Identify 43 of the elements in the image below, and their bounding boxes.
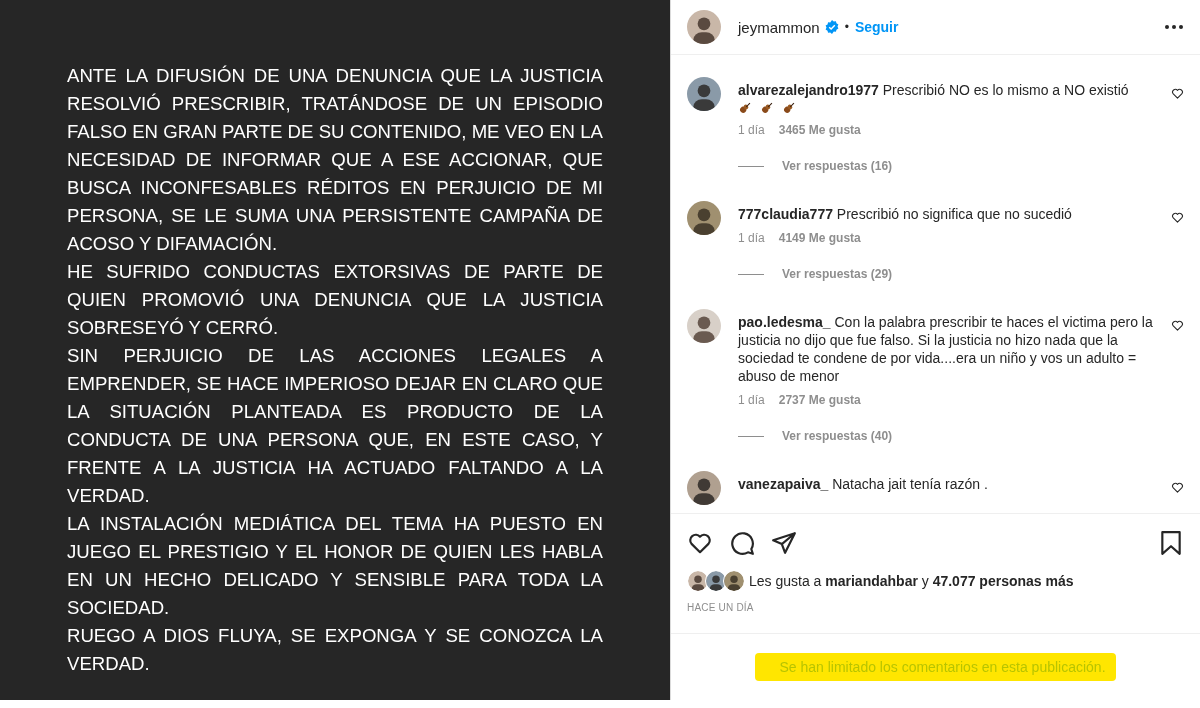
avatar[interactable] (705, 570, 727, 592)
likes-count[interactable]: 3465 Me gusta (778, 123, 861, 137)
comment-text: alvarezalejandro1977 Prescribió NO es lo mismo a NO existió (738, 81, 1130, 99)
heart-icon[interactable] (1171, 211, 1184, 224)
view-replies-link[interactable]: Ver respuestas (16) (782, 159, 893, 173)
avatar[interactable] (687, 309, 721, 343)
separator-dot: • (844, 20, 849, 34)
post-paragraph: ANTE LA DIFUSIÓN DE UNA DENUNCIA QUE LA JUSTICIA RESOLVIÓ PRESCRIBIR, TRATÁNDOSE DE UN EPISODIO FALSO EN GRAN PARTE DE SU CONTENIDO, ME VEO EN LA NECESIDAD DE INFORMAR QUE A ESE ACCIONAR, QUE BUSCA INCONFESABLES RÉDITOS EN PERJUICIO DE MI PERSONA, SE LE SUMA UNA PERSISTENTE CAMPAÑA DE ACOSO Y DIFAMACIÓN. (67, 64, 603, 256)
violin-icon (738, 101, 752, 115)
bookmark-icon[interactable] (1158, 530, 1184, 556)
more-options-icon[interactable] (1164, 24, 1184, 30)
heart-icon[interactable] (1171, 319, 1184, 332)
avatar[interactable] (687, 471, 721, 505)
avatar[interactable] (687, 77, 721, 111)
heart-icon[interactable] (1171, 481, 1184, 494)
avatar[interactable] (687, 10, 721, 44)
comment-time: 1 día (738, 393, 765, 407)
comment-time: 1 día (738, 231, 765, 245)
comment-icon[interactable] (729, 530, 755, 556)
avatar[interactable] (687, 570, 709, 592)
view-replies-link[interactable]: Ver respuestas (40) (782, 429, 893, 443)
likes-count[interactable]: 4149 Me gusta (778, 231, 861, 245)
post-paragraph: RUEGO A DIOS FLUYA, SE EXPONGA Y SE CONOZCA LA VERDAD. (67, 624, 603, 676)
comments-limited-notice: Se han limitado los comentarios en esta publicación. (755, 653, 1116, 681)
username[interactable]: jeymammon (738, 18, 820, 36)
post-paragraph: LA INSTALACIÓN MEDIÁTICA DEL TEMA HA PUESTO EN JUEGO EL PRESTIGIO Y EL HONOR DE QUIEN LES HABLA EN UN HECHO DELICADO Y SENSIBLE PARA TODA LA SOCIEDAD. (67, 512, 603, 620)
post-paragraph: HE SUFRIDO CONDUCTAS EXTORSIVAS DE PARTE DE QUIEN PROMOVIÓ UNA DENUNCIA QUE LA JUSTICIA SOBRESEYÓ Y CERRÓ. (67, 260, 603, 340)
violin-icon (760, 101, 774, 115)
post-paragraph: SIN PERJUICIO DE LAS ACCIONES LEGALES A EMPRENDER, SE HACE IMPERIOSO DEJAR EN CLARO QUE LA SITUACIÓN PLANTEADA ES PRODUCTO DE LA CONDUCTA DE UNA PERSONA QUE, EN ESTE CASO, Y FRENTE A LA JUSTICIA HA ACTUADO FALTANDO A LA VERDAD. (67, 344, 603, 508)
comment-text: pao.ledesma_ Con la palabra prescribir te haces el victima pero la justicia no dijo que fue falso. Si la justicia no hizo nada que la sociedad te condene de por vida....era un niño y vos un adulto = abuso de menor (738, 313, 1154, 385)
comment-text: 777claudia777 Prescribió no significa que no sucedió (738, 205, 1073, 223)
comment-time: 1 día (738, 123, 765, 137)
follow-button[interactable]: Seguir (854, 19, 899, 35)
likes-summary[interactable]: Les gusta a mariandahbar y 47.077 personas más (749, 573, 1074, 589)
avatar[interactable] (723, 570, 745, 592)
comment-text: vanezapaiva_ Natacha jait tenía razón . (738, 475, 989, 493)
avatar[interactable] (687, 201, 721, 235)
likes-count[interactable]: 2737 Me gusta (778, 393, 861, 407)
share-icon[interactable] (771, 530, 797, 556)
post-time: HACE UN DÍA (686, 600, 755, 615)
violin-icon (782, 101, 796, 115)
view-replies-link[interactable]: Ver respuestas (29) (782, 267, 893, 281)
heart-icon[interactable] (1171, 87, 1184, 100)
